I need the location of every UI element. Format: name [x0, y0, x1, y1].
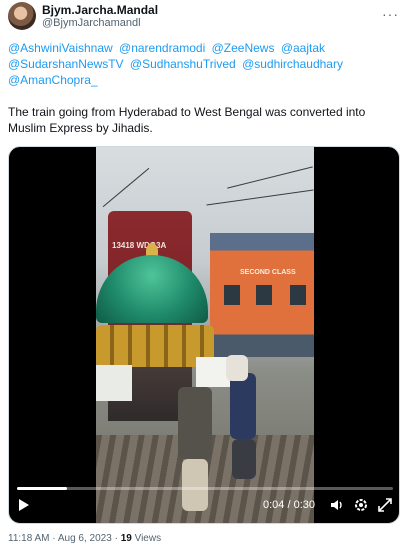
mention-link[interactable]: @aajtak: [281, 41, 325, 55]
coach-window: [290, 285, 306, 305]
tweet-header: Bjym.Jarcha.Mandal @BjymJarchamandl ···: [8, 2, 398, 30]
person-figure: [226, 355, 248, 381]
person-figure: [178, 387, 212, 459]
display-name[interactable]: Bjym.Jarcha.Mandal: [42, 3, 158, 17]
post-time[interactable]: 11:18 AM: [8, 533, 50, 544]
video-player[interactable]: SECOND CLASS 13418 WDG3A 0:04 / 0:30: [8, 146, 400, 524]
video-frame[interactable]: SECOND CLASS 13418 WDG3A: [96, 147, 314, 523]
locomotive-number: 13418 WDG3A: [112, 241, 167, 250]
overhead-wire: [102, 167, 150, 208]
avatar[interactable]: [8, 2, 36, 30]
mention-link[interactable]: @SudarshanNewsTV: [8, 57, 124, 71]
mention-link[interactable]: @AmanChopra_: [8, 73, 98, 87]
mention-link[interactable]: @SudhanshuTrived: [130, 57, 236, 71]
train-coach: SECOND CLASS: [210, 233, 314, 357]
tweet-footer: 11:18 AM · Aug 6, 2023 · 19 Views: [8, 533, 162, 544]
person-figure: [230, 373, 256, 439]
play-icon[interactable]: [19, 499, 29, 511]
fullscreen-icon[interactable]: [377, 497, 393, 513]
coach-window: [256, 285, 272, 305]
inscription-panel: [96, 365, 132, 401]
mentions: @AshwiniVaishnaw @narendramodi @ZeeNews …: [8, 40, 388, 88]
views-count: 19: [120, 533, 132, 544]
user-handle[interactable]: @BjymJarchamandl: [42, 17, 141, 29]
coach-label: SECOND CLASS: [240, 269, 296, 276]
settings-icon[interactable]: [353, 497, 369, 513]
progress-fill: [17, 487, 67, 490]
tweet-text: The train going from Hyderabad to West B…: [8, 105, 366, 135]
post-date[interactable]: Aug 6, 2023: [58, 533, 112, 544]
coach-window: [224, 285, 240, 305]
mention-link[interactable]: @AshwiniVaishnaw: [8, 41, 113, 55]
mention-link[interactable]: @ZeeNews: [212, 41, 275, 55]
progress-bar[interactable]: [17, 487, 393, 490]
views-label: Views: [134, 533, 162, 544]
more-icon[interactable]: ···: [382, 6, 399, 22]
volume-icon[interactable]: [329, 497, 345, 513]
time-display: 0:04 / 0:30: [263, 499, 315, 511]
video-controls: 0:04 / 0:30: [9, 483, 399, 523]
mention-link[interactable]: @sudhirchaudhary: [242, 57, 343, 71]
person-figure: [232, 439, 256, 479]
overhead-wire: [206, 189, 314, 206]
overhead-wire: [227, 166, 313, 189]
mention-link[interactable]: @narendramodi: [119, 41, 205, 55]
